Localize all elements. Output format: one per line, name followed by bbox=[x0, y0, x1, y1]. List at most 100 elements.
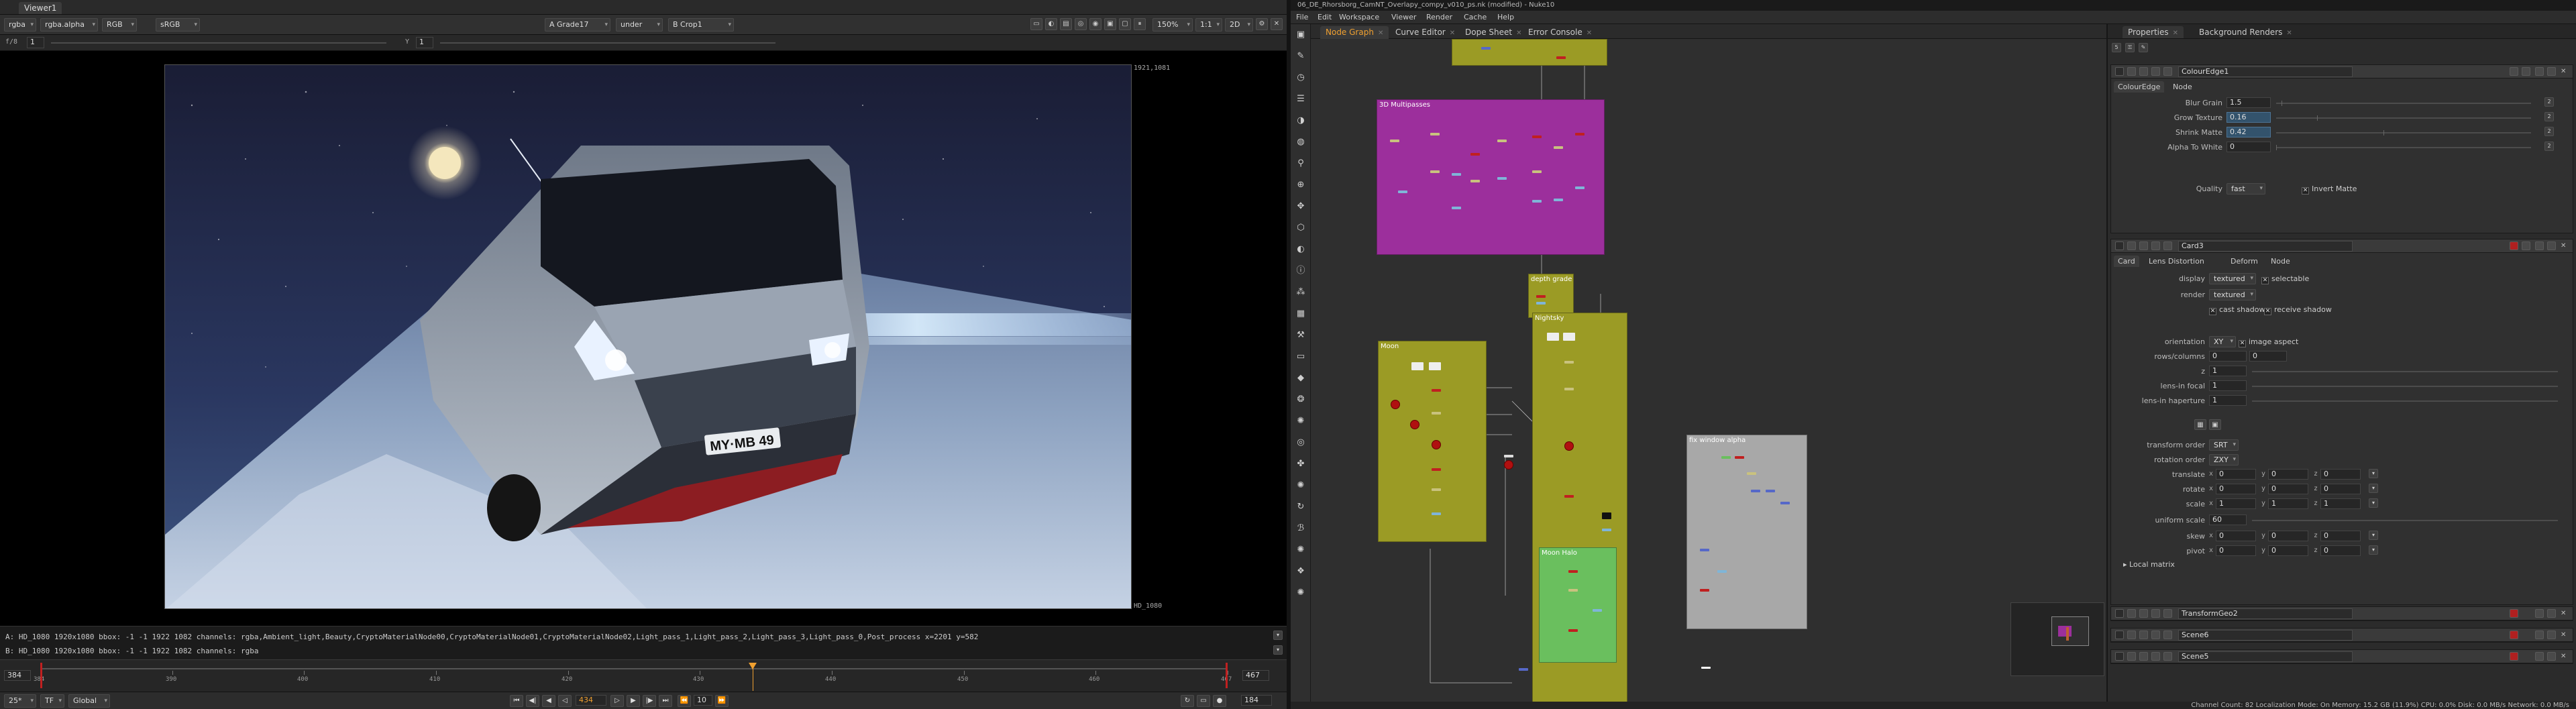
prev-keyframe-icon[interactable]: ◀| bbox=[526, 695, 539, 707]
x-field[interactable]: 0 bbox=[2216, 545, 2256, 556]
tab-properties[interactable]: Properties ✕ bbox=[2123, 26, 2184, 38]
tile-color-icon[interactable] bbox=[2510, 631, 2518, 639]
z-field[interactable]: 0 bbox=[2320, 531, 2361, 541]
split-channels-icon[interactable]: 2 bbox=[2544, 142, 2554, 151]
node[interactable] bbox=[1452, 173, 1461, 176]
node[interactable] bbox=[1536, 302, 1546, 305]
lens-focal-slider[interactable] bbox=[2252, 386, 2558, 387]
z-field[interactable]: 1 bbox=[2209, 366, 2247, 376]
node-name-field[interactable]: Scene5 bbox=[2178, 651, 2353, 662]
knob-field[interactable]: 0 bbox=[2226, 142, 2271, 152]
lock-icon[interactable]: ⚿ bbox=[2125, 43, 2135, 52]
y-field[interactable]: 0 bbox=[2268, 469, 2308, 480]
goto-end-icon[interactable]: ⏭ bbox=[659, 695, 672, 707]
tab-deform[interactable]: Deform bbox=[2226, 256, 2262, 267]
lens-haperture-slider[interactable] bbox=[2252, 400, 2558, 402]
expand-icon[interactable] bbox=[2115, 609, 2124, 618]
node-name-field[interactable]: Card3 bbox=[2178, 241, 2353, 252]
zoom-dropdown[interactable]: 150% bbox=[1152, 18, 1193, 32]
channel-icon[interactable]: ☰ bbox=[1294, 93, 1307, 106]
backdrop-fix-window-alpha[interactable]: fix window alpha bbox=[1686, 435, 1807, 629]
node[interactable] bbox=[1430, 133, 1440, 135]
collapse-icon[interactable] bbox=[2115, 241, 2124, 250]
help-icon[interactable] bbox=[2547, 67, 2556, 76]
split-channels-icon[interactable]: 2 bbox=[2544, 97, 2554, 107]
split-channels-icon[interactable]: 2 bbox=[2544, 112, 2554, 121]
max-panels-field[interactable]: 5 bbox=[2112, 43, 2121, 52]
node[interactable] bbox=[1751, 490, 1760, 492]
info-a-toggle-icon[interactable]: ▾ bbox=[1273, 631, 1283, 640]
revert-icon[interactable] bbox=[2535, 241, 2544, 250]
tab-viewer1[interactable]: Viewer1 bbox=[19, 2, 62, 14]
monitor-icon[interactable]: ▭ bbox=[1197, 695, 1210, 707]
timeline-start-field[interactable]: 384 bbox=[4, 670, 31, 681]
node[interactable] bbox=[1554, 146, 1563, 149]
node[interactable] bbox=[1497, 140, 1507, 142]
y-field[interactable]: 0 bbox=[2268, 531, 2308, 541]
image-icon[interactable]: ▣ bbox=[1294, 28, 1307, 42]
invert-matte-checkbox[interactable]: ✕ Invert Matte bbox=[2302, 184, 2357, 195]
close-icon[interactable]: ✕ bbox=[1378, 30, 1383, 37]
image-aspect-checkbox[interactable]: ✕ image aspect bbox=[2239, 337, 2298, 347]
channels-dropdown[interactable]: rgba bbox=[4, 18, 36, 32]
help-icon[interactable] bbox=[2547, 609, 2556, 618]
knob-field[interactable]: 0.42 bbox=[2226, 127, 2271, 138]
skip-back-icon[interactable]: ⏪ bbox=[678, 695, 691, 707]
center-icon[interactable] bbox=[2151, 241, 2160, 250]
node-icon[interactable] bbox=[2139, 241, 2148, 250]
menu-render[interactable]: Render bbox=[1426, 13, 1452, 21]
draw-icon[interactable]: ✎ bbox=[1294, 50, 1307, 63]
node-icon[interactable] bbox=[2139, 652, 2148, 661]
tf-dropdown[interactable]: TF bbox=[40, 694, 64, 708]
tile-color-icon[interactable] bbox=[2510, 241, 2518, 250]
revert-icon[interactable] bbox=[2535, 652, 2544, 661]
gizmo-icon[interactable]: ❂ bbox=[1294, 393, 1307, 406]
ratio-dropdown[interactable]: 1:1 bbox=[1195, 18, 1222, 32]
node-graph[interactable]: 3D Multipasses depth grade Moon Nightsky… bbox=[1311, 39, 2106, 702]
node[interactable] bbox=[1575, 133, 1585, 135]
matrix-icon[interactable]: ▦ bbox=[2194, 419, 2206, 430]
node-icon[interactable] bbox=[2139, 631, 2148, 639]
time-icon[interactable]: ◷ bbox=[1294, 71, 1307, 85]
metadata-icon[interactable]: ⓘ bbox=[1294, 264, 1307, 278]
cache-icon[interactable]: ▤ bbox=[1060, 18, 1072, 30]
rotation-order-dropdown[interactable]: ZXY bbox=[2209, 454, 2239, 466]
close-icon[interactable]: ✕ bbox=[2561, 652, 2569, 661]
help-icon[interactable] bbox=[2547, 631, 2556, 639]
color-icon[interactable] bbox=[2163, 631, 2172, 639]
revert-icon[interactable] bbox=[2535, 631, 2544, 639]
node[interactable] bbox=[1532, 200, 1542, 203]
loop-icon[interactable]: ↻ bbox=[1181, 695, 1194, 707]
node[interactable] bbox=[1568, 589, 1578, 592]
node[interactable] bbox=[1430, 170, 1440, 173]
knob-slider[interactable] bbox=[2276, 145, 2531, 150]
roi-icon[interactable]: ▭ bbox=[1030, 18, 1042, 30]
node-name-field[interactable]: Scene6 bbox=[2178, 630, 2353, 641]
expand-icon[interactable] bbox=[2115, 631, 2124, 639]
tab-colouredge[interactable]: ColourEdge bbox=[2114, 81, 2165, 93]
node[interactable] bbox=[1411, 362, 1424, 370]
undo-icon[interactable] bbox=[2510, 67, 2518, 76]
node[interactable] bbox=[1780, 502, 1790, 504]
particles-icon[interactable]: ⁂ bbox=[1294, 286, 1307, 299]
slider-handle[interactable] bbox=[2317, 115, 2318, 121]
node[interactable] bbox=[1563, 333, 1575, 341]
quality-dropdown[interactable]: fast bbox=[2226, 183, 2265, 195]
y-field[interactable]: 0 bbox=[2268, 545, 2308, 556]
viewer-image[interactable]: MY·MB 49 bbox=[164, 64, 1132, 609]
tab-card[interactable]: Card bbox=[2114, 256, 2139, 267]
tab-background-renders[interactable]: Background Renders ✕ bbox=[2194, 26, 2298, 38]
node[interactable] bbox=[1766, 490, 1775, 492]
color-icon[interactable] bbox=[2163, 67, 2172, 76]
node-icon[interactable] bbox=[2139, 67, 2148, 76]
node[interactable] bbox=[1564, 495, 1574, 498]
knob-slider[interactable] bbox=[2276, 130, 2531, 135]
rows-field[interactable]: 0 bbox=[2209, 351, 2247, 362]
close-icon[interactable]: ✕ bbox=[1516, 30, 1521, 37]
node[interactable] bbox=[1568, 570, 1578, 573]
step-field[interactable]: 10 bbox=[694, 695, 712, 706]
node[interactable] bbox=[1564, 361, 1574, 364]
end-frame-field[interactable]: 184 bbox=[1241, 695, 1272, 706]
goto-start-icon[interactable]: ⏮ bbox=[510, 695, 523, 707]
selectable-checkbox[interactable]: ✕ selectable bbox=[2261, 274, 2309, 284]
